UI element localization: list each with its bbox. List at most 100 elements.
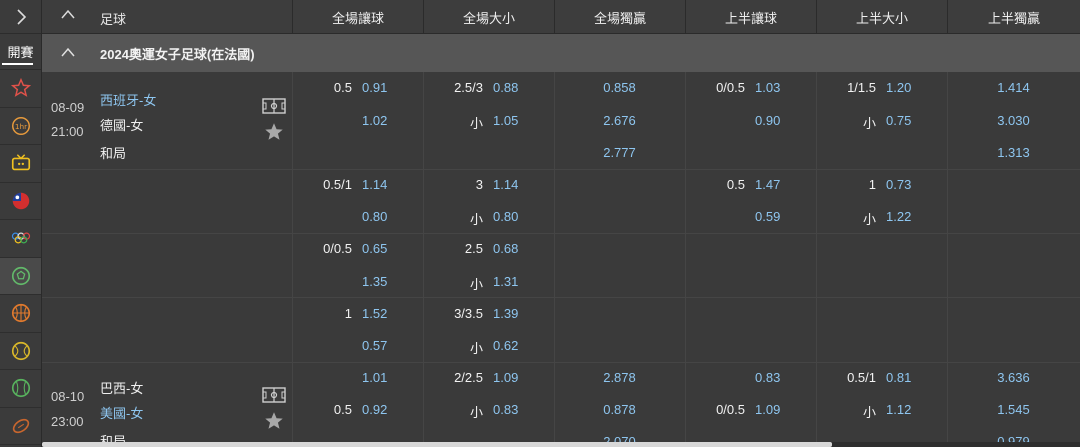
away-team[interactable]: 德國-女 [100,115,143,134]
odds-button[interactable]: 0.83 [755,370,780,385]
full-total-line: 3 [475,177,483,192]
odds-button[interactable]: 1.14 [362,177,387,192]
odds-button[interactable]: 3.636 [947,370,1080,385]
odds-button[interactable]: 0.80 [362,209,387,224]
odds-button[interactable]: 0.88 [493,80,518,95]
header-full-over-under[interactable]: 全場大小 [423,0,554,34]
half-handicap-line: 0.5 [726,177,745,192]
sidebar-item-basketball[interactable] [0,295,41,333]
under-label: 小 [469,116,483,131]
odds-button[interactable]: 0.81 [886,370,911,385]
full-handicap-line: 0.5 [333,80,352,95]
odds-button[interactable]: 1.39 [493,306,518,321]
full-handicap-line: 0.5 [333,402,352,417]
odds-button[interactable]: 1.52 [362,306,387,321]
expand-sidebar-button[interactable] [0,0,41,34]
odds-button[interactable]: 1.22 [886,209,911,224]
odds-button[interactable]: 2.676 [554,113,685,128]
header-full-handicap[interactable]: 全場讓球 [292,0,423,34]
odds-button[interactable]: 1.414 [947,80,1080,95]
under-label: 小 [862,212,876,227]
half-total-line: 1 [868,177,876,192]
odds-button[interactable]: 0.68 [493,241,518,256]
odds-button[interactable]: 0.91 [362,80,387,95]
sidebar-item-american-football[interactable] [0,408,41,445]
odds-button[interactable]: 0.92 [362,402,387,417]
odds-button[interactable]: 0.65 [362,241,387,256]
odds-button[interactable]: 1.545 [947,402,1080,417]
odds-button[interactable]: 1.03 [755,80,780,95]
baseball-icon [11,379,30,398]
odds-button[interactable]: 2.777 [554,145,685,160]
star-icon [265,123,283,140]
american-football-icon [12,418,29,433]
full-handicap-line: 0/0.5 [323,241,352,256]
star-icon [10,78,31,98]
sidebar-item-favorites[interactable] [0,70,41,108]
favorite-button[interactable] [263,410,285,435]
odds-button[interactable]: 0.90 [755,113,780,128]
odds-button[interactable]: 1.02 [362,113,387,128]
odds-button[interactable]: 0.57 [362,338,387,353]
header-full-moneyline[interactable]: 全場獨贏 [554,0,685,34]
collapse-all-button[interactable] [60,8,76,23]
field-stats-button[interactable] [262,387,286,406]
full-total-line: 2.5/3 [454,80,483,95]
away-team[interactable]: 美國-女 [100,403,143,422]
collapse-league-button[interactable] [60,46,76,61]
odds-button[interactable]: 1.01 [362,370,387,385]
odds-button[interactable]: 1.47 [755,177,780,192]
match-date: 08-09 [51,100,85,115]
odds-button[interactable]: 1.05 [493,113,518,128]
odds-button[interactable]: 1.20 [886,80,911,95]
header-half-moneyline[interactable]: 上半獨贏 [947,0,1080,34]
header-half-handicap[interactable]: 上半讓球 [685,0,816,34]
odds-button[interactable]: 0.59 [755,209,780,224]
odds-button[interactable]: 0.62 [493,338,518,353]
odds-button[interactable]: 3.030 [947,113,1080,128]
scrollbar-thumb[interactable] [42,442,832,447]
sidebar-item-soccer[interactable] [0,257,41,295]
field-icon [262,98,286,114]
odds-button[interactable]: 2.878 [554,370,685,385]
odds-button[interactable]: 0.80 [493,209,518,224]
full-handicap-line: 1 [344,306,352,321]
home-team[interactable]: 巴西-女 [100,378,143,397]
sidebar-item-tennis[interactable] [0,333,41,370]
horizontal-scrollbar[interactable] [42,442,1080,447]
svg-text:1hr: 1hr [14,122,27,131]
tv-icon [11,154,30,171]
sidebar-item-live-tv[interactable] [0,145,41,183]
soccer-icon [11,266,30,285]
odds-button[interactable]: 1.09 [493,370,518,385]
odds-button[interactable]: 0.878 [554,402,685,417]
sidebar-item-olympics[interactable] [0,220,41,258]
match-time: 23:00 [51,414,84,429]
odds-button[interactable]: 1.35 [362,274,387,289]
full-handicap-line: 0.5/1 [323,177,352,192]
home-team[interactable]: 西班牙-女 [100,90,156,109]
header-half-over-under[interactable]: 上半大小 [816,0,947,34]
one-hour-icon: 1hr [11,116,30,135]
tab-live[interactable]: 開賽 [0,34,41,70]
draw-label: 和局 [100,146,127,161]
sidebar-item-one-hour[interactable]: 1hr [0,108,41,145]
odds-button[interactable]: 0.83 [493,402,518,417]
favorite-button[interactable] [263,121,285,146]
under-label: 小 [862,405,876,420]
tennis-icon [11,341,30,360]
chevron-up-icon [61,9,75,19]
odds-button[interactable]: 0.75 [886,113,911,128]
sidebar-item-baseball[interactable] [0,370,41,408]
odds-button[interactable]: 1.14 [493,177,518,192]
odds-button[interactable]: 0.73 [886,177,911,192]
odds-button[interactable]: 0.858 [554,80,685,95]
odds-button[interactable]: 1.31 [493,274,518,289]
field-stats-button[interactable] [262,98,286,117]
odds-button[interactable]: 1.09 [755,402,780,417]
league-row[interactable]: 2024奧運女子足球(在法國) [42,34,1080,72]
chevron-right-icon [16,8,26,25]
odds-button[interactable]: 1.12 [886,402,911,417]
sidebar-item-taiwan[interactable] [0,183,41,220]
odds-button[interactable]: 1.313 [947,145,1080,160]
